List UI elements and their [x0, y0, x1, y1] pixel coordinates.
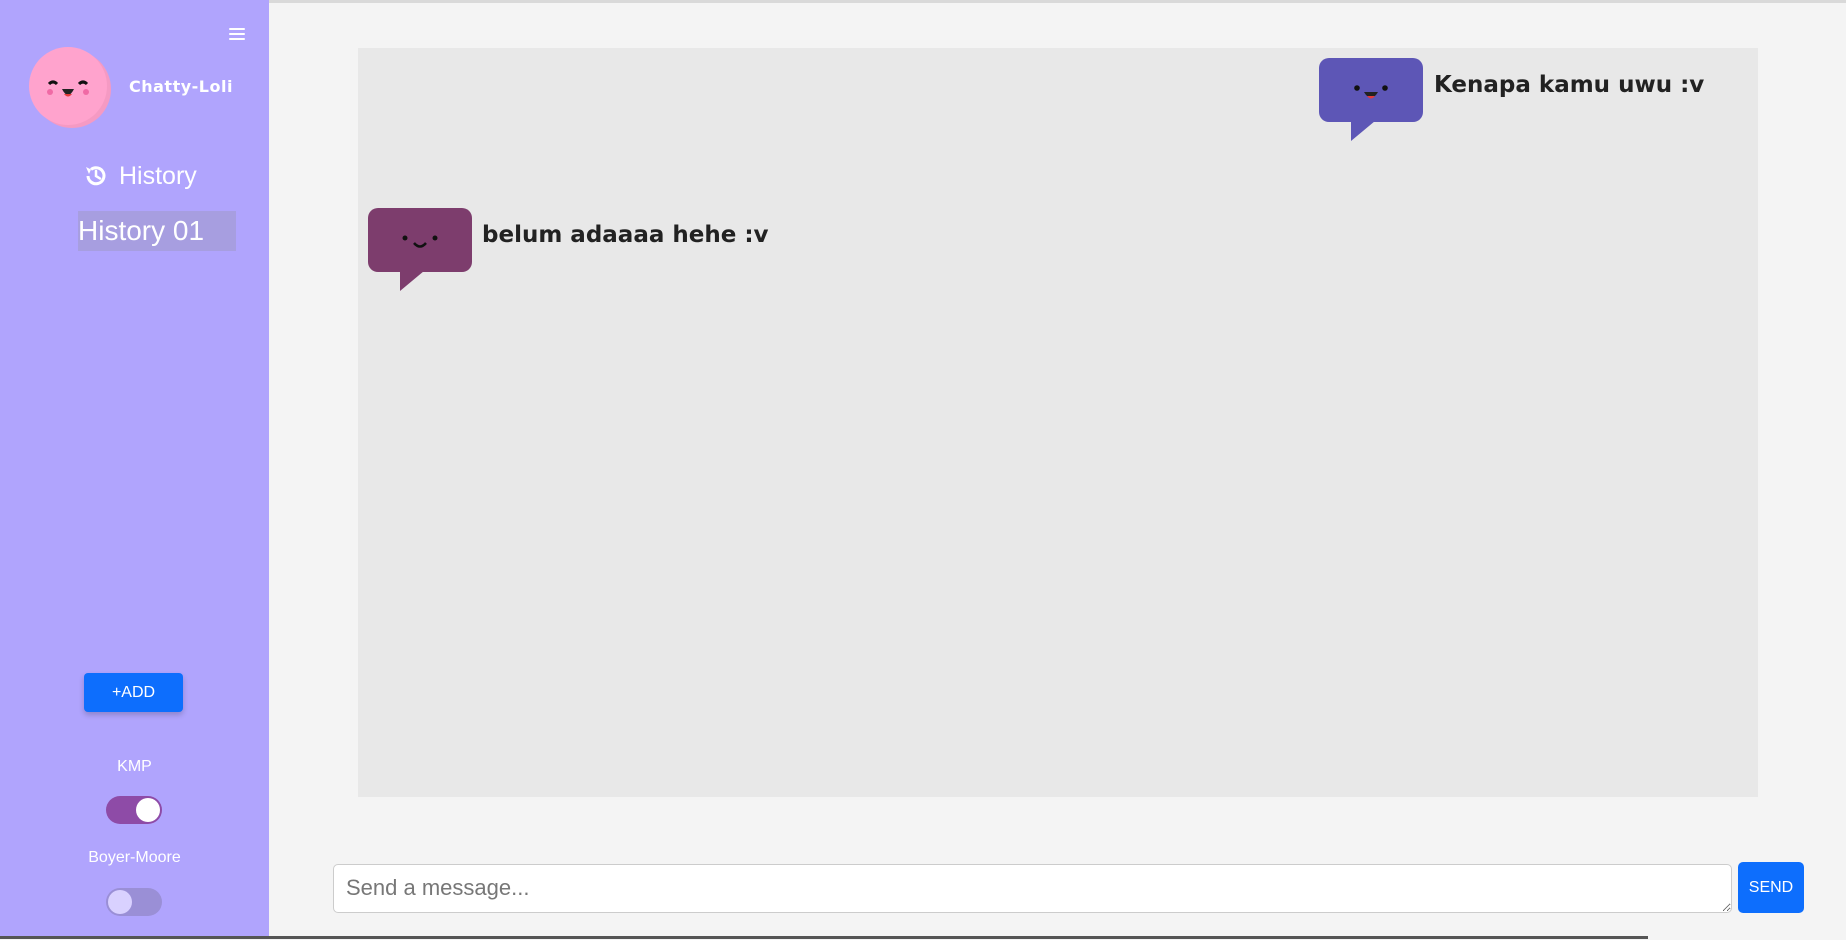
toggle-knob — [136, 798, 160, 822]
history-item-01[interactable]: History 01 — [78, 211, 236, 251]
boyer-moore-toggle[interactable] — [106, 888, 162, 916]
history-clock-icon — [86, 166, 106, 186]
brand-name: Chatty-Loli — [129, 77, 233, 96]
window-top-border — [0, 0, 1846, 3]
smiling-face-icon — [47, 80, 89, 97]
user-message-text: Kenapa kamu uwu :v — [1434, 72, 1705, 98]
kmp-label: KMP — [117, 758, 152, 775]
kmp-toggle[interactable] — [106, 796, 162, 824]
smiling-speech-bubble-icon — [402, 235, 438, 248]
boyer-moore-label: Boyer-Moore — [88, 849, 181, 866]
chat-panel — [358, 48, 1758, 797]
sidebar: Chatty-Loli History History 01 +ADD KMP … — [0, 0, 269, 938]
history-label: History — [119, 161, 197, 190]
message-input[interactable] — [333, 864, 1732, 913]
message-composer — [333, 864, 1732, 913]
add-history-button[interactable]: +ADD — [84, 673, 183, 712]
bot-message-text: belum adaaaa hehe :v — [482, 222, 769, 248]
happy-speech-bubble-icon — [1354, 85, 1388, 99]
bot-avatar-bubble — [368, 208, 472, 291]
toggle-knob — [108, 890, 132, 914]
user-avatar-bubble — [1319, 58, 1423, 141]
send-button[interactable]: SEND — [1738, 862, 1804, 913]
window-bottom-border — [0, 936, 1648, 939]
history-header[interactable]: History — [83, 160, 197, 192]
avatar — [29, 47, 107, 125]
hamburger-menu-icon[interactable] — [229, 28, 245, 44]
